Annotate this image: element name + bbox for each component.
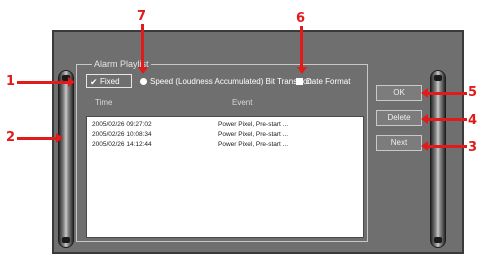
date-format-checkbox[interactable]: Date Format [296,76,350,88]
date-format-label: Date Format [306,77,351,86]
callout-4-arrow-icon [421,114,428,124]
list-item[interactable]: 2005/02/26 09:27:02 Power Pixel, Pre-star… [92,120,288,130]
callout-1-label: 1 [6,74,16,89]
callout-5-line [427,92,467,95]
callout-7-line [141,24,144,68]
callout-2-label: 2 [6,130,16,145]
callout-5-arrow-icon [421,88,428,98]
speed-radio-label: Speed (Loudness Accumulated) Bit Transit… [150,77,312,86]
callout-4-label: 4 [468,113,478,128]
row-event: Power Pixel, Pre-start ... [218,131,289,138]
row-time: 2005/02/26 10:08:34 [92,131,152,138]
callout-3-line [427,145,467,148]
callout-2-line [17,137,57,140]
right-scroll-rail[interactable] [430,70,446,248]
row-time: 2005/02/26 14:12:44 [92,141,152,148]
row-event: Power Pixel, Pre-start ... [218,141,289,148]
callout-2-arrow-icon [56,133,63,143]
callout-3-arrow-icon [421,141,428,151]
list-item[interactable]: 2005/02/26 14:12:44 Power Pixel, Pre-star… [92,140,288,150]
row-event: Power Pixel, Pre-start ... [218,121,289,128]
callout-7-label: 7 [137,9,147,24]
delete-button[interactable]: Delete [376,110,422,126]
callout-6-label: 6 [296,11,306,26]
next-button[interactable]: Next [376,135,422,151]
speed-radio[interactable]: Speed (Loudness Accumulated) Bit Transit… [140,76,312,88]
left-scroll-rail[interactable] [58,70,74,248]
fixed-radio-label[interactable]: Fixed [100,76,120,88]
checkbox-icon[interactable] [296,78,303,85]
callout-1-arrow-icon [68,77,75,87]
list-item[interactable]: 2005/02/26 10:08:34 Power Pixel, Pre-star… [92,130,288,140]
row-time: 2005/02/26 09:27:02 [92,121,152,128]
callout-5-label: 5 [468,85,478,100]
callout-7-arrow-icon [138,67,148,74]
radio-button-icon[interactable] [140,78,147,85]
callout-6-line [300,26,303,68]
column-header-time[interactable]: Time [95,98,112,108]
callout-4-line [427,118,467,121]
callout-6-arrow-icon [297,67,307,74]
column-header-event[interactable]: Event [232,98,252,108]
callout-3-label: 3 [468,140,478,155]
ok-button[interactable]: OK [376,85,422,101]
check-mark-icon: ✔ [90,77,98,87]
callout-1-line [17,81,69,84]
